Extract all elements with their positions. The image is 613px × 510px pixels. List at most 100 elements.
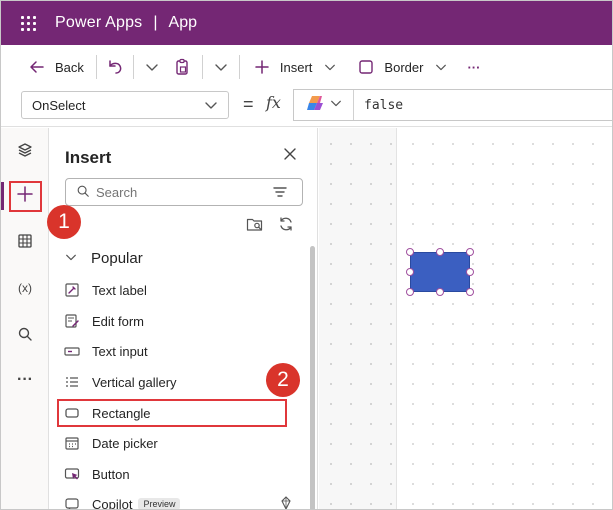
insert-button[interactable]: Insert — [244, 52, 349, 82]
info-icon[interactable] — [280, 496, 292, 509]
more-icon: ··· — [467, 59, 481, 75]
undo-icon — [105, 57, 125, 77]
paste-button[interactable] — [166, 52, 198, 82]
item-label: Text label — [92, 282, 147, 298]
list-item-edit-form[interactable]: Edit form — [58, 307, 298, 335]
callout-badge-1: 1 — [47, 205, 81, 239]
more-icon: ··· — [17, 371, 33, 388]
list-item-copilot[interactable]: Copilot Preview — [58, 490, 298, 510]
border-button[interactable]: Border — [348, 52, 459, 82]
search-icon — [17, 326, 33, 347]
border-label: Border — [384, 59, 424, 75]
close-icon[interactable] — [282, 146, 298, 167]
text-label-icon — [64, 282, 80, 298]
equals-sign: = — [243, 94, 254, 114]
clipboard-icon — [172, 57, 192, 77]
edit-form-icon — [64, 313, 80, 329]
plus-icon — [252, 57, 272, 77]
item-label: Edit form — [92, 313, 145, 329]
resize-handle[interactable] — [436, 248, 444, 256]
refresh-icon[interactable] — [278, 216, 294, 237]
chevron-down-icon — [211, 57, 231, 77]
chevron-down-icon — [330, 96, 342, 114]
back-button[interactable]: Back — [19, 52, 92, 82]
resize-handle[interactable] — [466, 268, 474, 276]
formula-bar: OnSelect = fx false — [1, 89, 612, 127]
resize-handle[interactable] — [466, 248, 474, 256]
property-dropdown[interactable]: OnSelect — [21, 91, 229, 119]
copilot-icon — [64, 496, 80, 509]
popular-group-header[interactable]: Popular — [65, 250, 143, 267]
back-label: Back — [55, 59, 84, 75]
resize-handle[interactable] — [406, 248, 414, 256]
list-item-text-input[interactable]: Text input — [58, 337, 298, 365]
chevron-down-icon — [431, 57, 451, 77]
chevron-down-icon — [65, 250, 77, 267]
table-icon — [17, 233, 33, 254]
list-item-vertical-gallery[interactable]: Vertical gallery — [58, 368, 298, 396]
copilot-formula-button[interactable] — [294, 90, 354, 120]
insert-label: Insert — [279, 59, 313, 75]
arrow-left-icon — [27, 57, 47, 77]
paste-dropdown[interactable] — [207, 52, 235, 82]
search-box[interactable] — [65, 178, 303, 206]
power-apps-window: Power Apps | App Back Insert Border ··· … — [0, 0, 613, 510]
pane-actions — [246, 216, 294, 237]
app-name[interactable]: App — [169, 14, 197, 32]
formula-input[interactable]: false — [293, 89, 612, 121]
data-button[interactable] — [1, 225, 49, 261]
date-picker-icon — [64, 435, 80, 451]
layers-icon — [17, 142, 33, 163]
filter-icon[interactable] — [272, 185, 288, 202]
app-header: Power Apps | App — [1, 1, 612, 45]
undo-button[interactable] — [101, 52, 129, 82]
resize-handle[interactable] — [466, 288, 474, 296]
chevron-down-icon — [204, 98, 218, 115]
rectangle-control[interactable] — [410, 252, 470, 292]
formula-text: false — [364, 97, 404, 113]
header-separator: | — [153, 14, 158, 31]
resize-handle[interactable] — [436, 288, 444, 296]
item-label: Text input — [92, 343, 148, 359]
resize-handle[interactable] — [406, 268, 414, 276]
divider — [238, 55, 240, 79]
rectangle-item-highlight — [57, 399, 287, 427]
list-item-date-picker[interactable]: Date picker — [58, 429, 298, 457]
group-label: Popular — [91, 250, 143, 267]
insert-pane: Insert Popular — [50, 128, 318, 510]
command-bar: Back Insert Border ··· — [1, 45, 612, 89]
text-input-icon — [64, 343, 80, 359]
property-value: OnSelect — [32, 97, 86, 113]
divider — [95, 55, 97, 79]
more-rail-button[interactable]: ··· — [1, 362, 49, 398]
item-label: Date picker — [92, 435, 158, 451]
list-item-text-label[interactable]: Text label — [58, 276, 298, 304]
more-commands-button[interactable]: ··· — [459, 52, 488, 82]
app-launcher-icon[interactable] — [1, 1, 55, 45]
divider — [201, 55, 203, 79]
item-label: Copilot — [92, 496, 133, 510]
divider — [132, 55, 134, 79]
chevron-down-icon — [142, 57, 162, 77]
list-item-button[interactable]: Button — [58, 460, 298, 488]
pane-title: Insert — [65, 148, 112, 167]
search-input[interactable] — [96, 184, 246, 200]
insert-rail-highlight — [9, 181, 42, 212]
undo-dropdown[interactable] — [138, 52, 166, 82]
search-rail-button[interactable] — [1, 318, 49, 354]
folder-search-icon[interactable] — [246, 216, 264, 237]
copilot-icon — [306, 94, 326, 117]
item-label: Button — [92, 466, 130, 482]
pane-scrollbar[interactable] — [310, 246, 315, 509]
variables-button[interactable]: (x) — [1, 270, 49, 306]
button-icon — [64, 466, 80, 482]
item-label: Vertical gallery — [92, 374, 177, 390]
variables-icon: (x) — [18, 281, 32, 295]
vertical-gallery-icon — [64, 374, 80, 390]
app-screen[interactable] — [396, 128, 612, 509]
search-icon — [76, 184, 90, 201]
border-icon — [356, 57, 376, 77]
callout-badge-2: 2 — [266, 363, 300, 397]
tree-view-button[interactable] — [1, 134, 49, 170]
resize-handle[interactable] — [406, 288, 414, 296]
